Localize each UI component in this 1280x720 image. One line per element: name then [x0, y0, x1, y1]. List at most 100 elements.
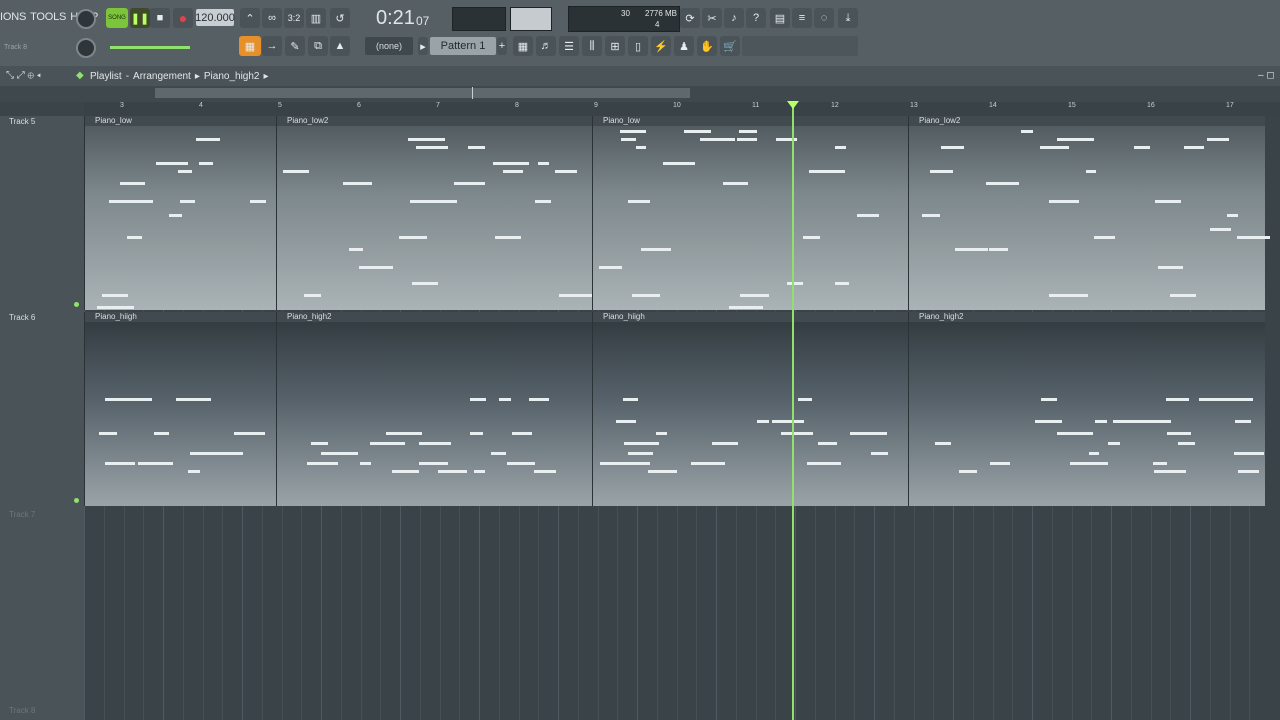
pattern-selector[interactable]: Pattern 1: [430, 37, 496, 55]
midi-note: [954, 248, 989, 251]
plugin-icon[interactable]: ⚡: [651, 36, 671, 56]
help-icon[interactable]: ?: [746, 8, 766, 28]
clip-title: Piano_hiigh: [593, 312, 909, 322]
midi-note: [1236, 236, 1252, 239]
midi-note: [415, 146, 448, 149]
midi-note: [538, 162, 549, 165]
playlist-arrow-icon[interactable]: ◆: [76, 70, 84, 81]
stamp-icon[interactable]: ▲: [330, 36, 350, 56]
pattern-prev-icon[interactable]: ▸: [418, 37, 428, 55]
midi-note: [1215, 398, 1253, 401]
midi-note: [1088, 452, 1100, 455]
track-6-label[interactable]: Track 6: [9, 313, 35, 322]
track-7-label[interactable]: Track 7: [9, 510, 35, 519]
playhead[interactable]: [792, 102, 794, 720]
midi-note: [469, 398, 487, 401]
midi-note: [628, 452, 654, 455]
playhead-marker-icon[interactable]: [787, 101, 799, 109]
midi-note: [989, 248, 1008, 251]
midi-note: [418, 462, 449, 465]
piano-roll-icon[interactable]: ♬: [536, 36, 556, 56]
clip-piano-low2[interactable]: Piano_low2: [276, 116, 593, 310]
arrow-right-icon[interactable]: →: [262, 36, 282, 56]
midi-note: [711, 442, 727, 445]
midi-note: [533, 470, 556, 473]
clip-piano-low2[interactable]: Piano_low2: [908, 116, 1270, 310]
pencil-icon[interactable]: ✎: [285, 36, 305, 56]
midi-note: [1134, 146, 1150, 149]
store-icon[interactable]: 🛒: [720, 36, 740, 56]
playlist-snap-icon[interactable]: ▦: [239, 36, 261, 56]
midi-note: [728, 306, 764, 309]
cut-icon[interactable]: ✂: [702, 8, 722, 28]
midi-note: [1107, 442, 1120, 445]
scrollbar-thumb[interactable]: [155, 88, 690, 98]
song-mode-toggle[interactable]: SONG: [106, 8, 128, 28]
channel-rack-icon[interactable]: ☰: [559, 36, 579, 56]
menu-options[interactable]: IONS: [0, 11, 26, 23]
chat-icon[interactable]: ◌: [814, 8, 834, 28]
clip-piano-high2[interactable]: Piano_high2: [908, 312, 1265, 506]
midi-note: [628, 200, 650, 203]
clip-piano-high2[interactable]: Piano_high2: [276, 312, 593, 506]
clip-piano-hiigh[interactable]: Piano_hiigh: [592, 312, 909, 506]
stop-button[interactable]: ■: [150, 8, 170, 28]
wait-input-icon[interactable]: ∞: [262, 8, 282, 28]
midi-note: [1040, 146, 1069, 149]
file-icon[interactable]: ▯: [628, 36, 648, 56]
midi-note: [786, 282, 803, 285]
midi-note: [407, 138, 446, 141]
save-icon[interactable]: ▤: [770, 8, 790, 28]
midi-note: [198, 162, 214, 165]
browser-icon[interactable]: ⊞: [605, 36, 625, 56]
countdown-icon[interactable]: 3:2: [284, 8, 304, 28]
clip-piano-low[interactable]: Piano_low: [84, 116, 277, 310]
step-edit-icon[interactable]: ▥: [306, 8, 326, 28]
tempo-display[interactable]: 120.000: [195, 9, 235, 26]
pitch-knob[interactable]: [76, 38, 96, 58]
mixer-icon[interactable]: ≡: [792, 8, 812, 28]
download-icon[interactable]: ⤓: [838, 8, 858, 28]
track-headers: [0, 116, 84, 720]
breadcrumb-arrangement[interactable]: Arrangement: [133, 71, 191, 82]
master-knob[interactable]: [76, 9, 96, 29]
tempo-tapper-icon[interactable]: ♟: [674, 36, 694, 56]
midi-note: [99, 432, 118, 435]
mic-icon[interactable]: ♪: [724, 8, 744, 28]
touch-icon[interactable]: ✋: [697, 36, 717, 56]
mini-track-label: Track 8: [4, 44, 28, 51]
track-5-mute-led[interactable]: [74, 302, 79, 307]
midi-note: [1153, 470, 1186, 473]
track-8-label[interactable]: Track 8: [9, 706, 35, 715]
clip-piano-low[interactable]: Piano_low: [592, 116, 909, 310]
breadcrumb-pattern[interactable]: Piano_high2: [204, 71, 260, 82]
pause-button[interactable]: ❚❚: [130, 8, 150, 28]
mixer-window-icon[interactable]: ⫼: [582, 36, 602, 56]
loop-record-icon[interactable]: ↺: [330, 8, 350, 28]
pattern-add-icon[interactable]: +: [497, 37, 507, 55]
midi-note: [1177, 442, 1196, 445]
refresh-icon[interactable]: ⟳: [680, 8, 700, 28]
time-display[interactable]: 0:21 07: [376, 4, 442, 30]
metronome-icon[interactable]: ⌃: [240, 8, 260, 28]
snap-selector[interactable]: (none): [365, 37, 413, 55]
midi-note: [994, 182, 1020, 185]
clip-piano-hiigh[interactable]: Piano_hiigh: [84, 312, 277, 506]
playlist-tools-icons[interactable]: ⤡ ⤢ ⊕ ◂: [6, 70, 41, 81]
link-icon[interactable]: ⧉: [308, 36, 328, 56]
menu-tools[interactable]: TOOLS: [30, 11, 66, 23]
midi-note: [411, 282, 439, 285]
breadcrumb-playlist[interactable]: Playlist: [90, 71, 122, 82]
midi-note: [1233, 452, 1264, 455]
midi-note: [723, 182, 749, 185]
window-controls[interactable]: – ◻: [1258, 70, 1275, 81]
midi-note: [511, 432, 532, 435]
track-5-label[interactable]: Track 5: [9, 117, 35, 126]
timeline-ruler[interactable]: 3 4 5 6 7 8 9 10 11 12 13 14 15 16 17: [84, 102, 1280, 117]
midi-note: [502, 170, 523, 173]
playlist-icon[interactable]: ▦: [513, 36, 533, 56]
master-volume-slider[interactable]: [110, 46, 190, 49]
midi-note: [1049, 294, 1076, 297]
record-button[interactable]: ●: [173, 8, 193, 28]
track-6-mute-led[interactable]: [74, 498, 79, 503]
